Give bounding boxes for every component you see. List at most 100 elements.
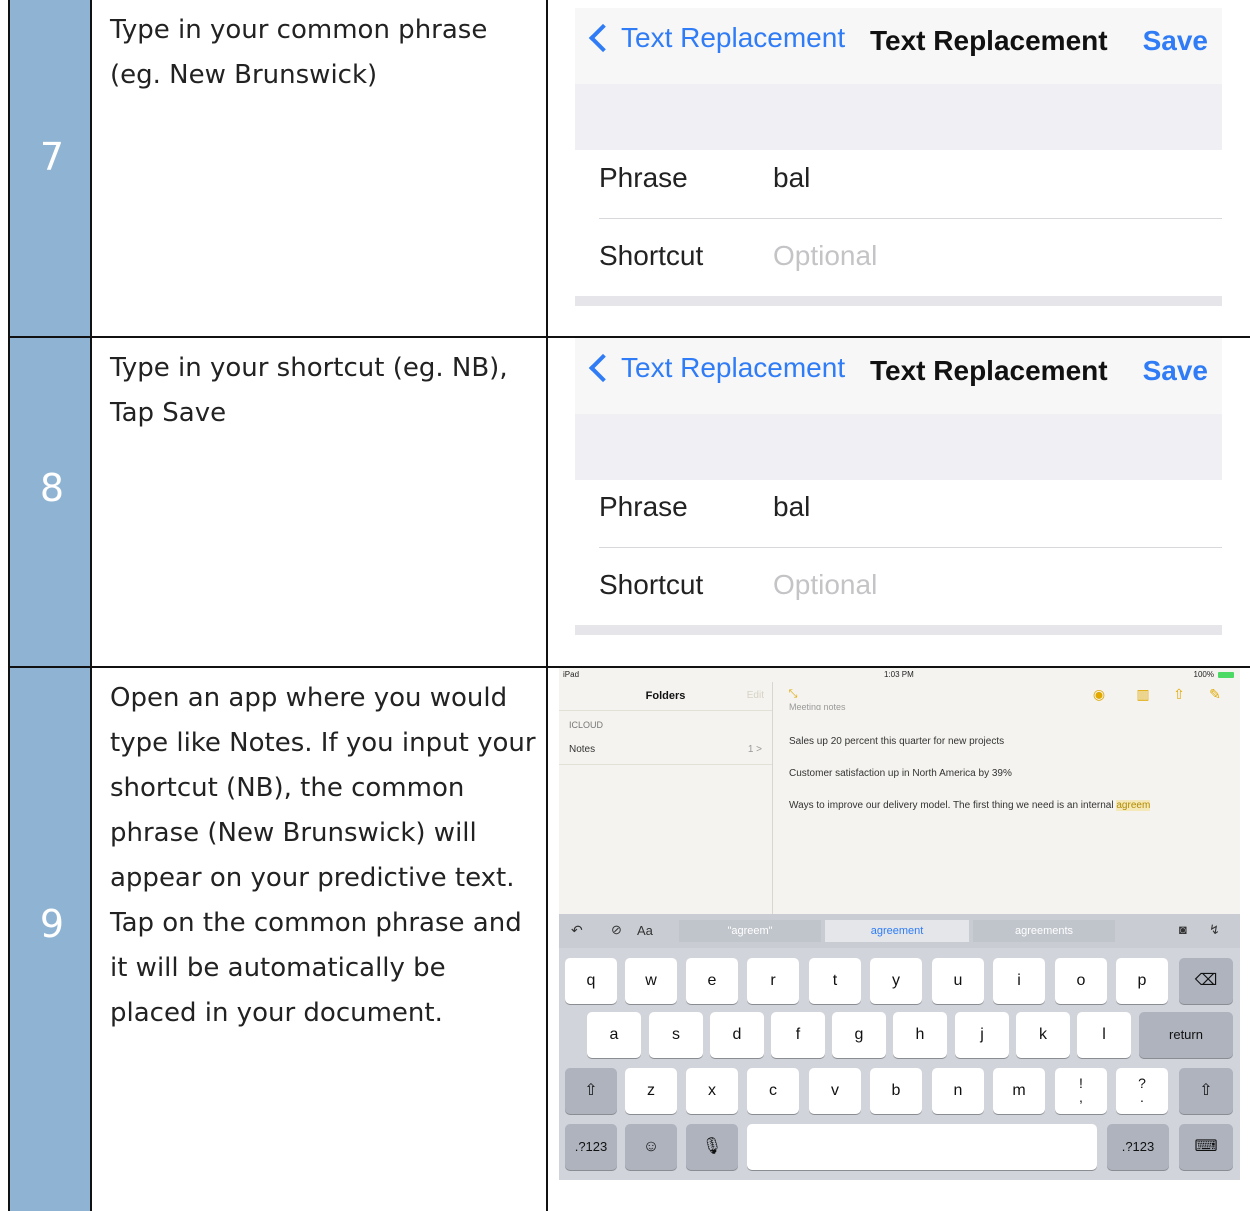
key-z[interactable]: z: [625, 1068, 677, 1114]
key-r[interactable]: r: [747, 958, 799, 1004]
section-footer: [575, 296, 1222, 306]
phrase-label: Phrase: [599, 491, 688, 522]
space-bar[interactable]: [747, 1124, 1097, 1170]
key-o[interactable]: o: [1055, 958, 1107, 1004]
nav-bar: Text Replacement Text Replacement Save: [575, 338, 1222, 414]
sidebar-title: Folders: [645, 690, 686, 702]
key-u[interactable]: u: [932, 958, 984, 1004]
key-a[interactable]: a: [587, 1012, 641, 1058]
phrase-field[interactable]: Phrase bal: [599, 471, 1222, 549]
back-label: Text Replacement: [621, 22, 846, 53]
save-button[interactable]: Save: [1143, 25, 1208, 57]
clock: 1:03 PM: [884, 670, 914, 679]
chevron-left-icon: [588, 23, 618, 53]
step-instruction: Type in your common phrase (eg. New Brun…: [110, 15, 488, 90]
key-question-period[interactable]: ? .: [1116, 1068, 1168, 1114]
step-description-cell: Open an app where you would type like No…: [94, 668, 548, 1211]
shift-key-left[interactable]: ⇧: [565, 1068, 617, 1114]
draw-icon[interactable]: ↯: [1209, 922, 1220, 938]
key-k[interactable]: k: [1016, 1012, 1070, 1058]
step-number-cell: 7: [8, 0, 92, 336]
key-e[interactable]: e: [686, 958, 738, 1004]
check-icon[interactable]: ⊘: [611, 922, 622, 938]
divider: [559, 764, 772, 765]
undo-icon[interactable]: ↶: [571, 922, 583, 939]
shortcut-input[interactable]: Optional: [773, 240, 877, 272]
shift-key-right[interactable]: ⇧: [1179, 1068, 1233, 1114]
section-header: ICLOUD: [569, 720, 604, 730]
numbers-key-left[interactable]: .?123: [565, 1124, 617, 1170]
nav-bar: Text Replacement Text Replacement Save: [575, 8, 1222, 84]
back-button[interactable]: Text Replacement: [587, 22, 845, 54]
sidebar-item-notes[interactable]: Notes 1 >: [569, 744, 762, 755]
key-d[interactable]: d: [710, 1012, 764, 1058]
edit-button[interactable]: Edit: [747, 690, 764, 701]
backspace-key[interactable]: ⌫: [1179, 958, 1233, 1004]
key-q[interactable]: q: [565, 958, 617, 1004]
note-line-text: Ways to improve our delivery model. The …: [789, 800, 1117, 811]
note-line: Sales up 20 percent this quarter for new…: [789, 736, 1005, 747]
back-button[interactable]: Text Replacement: [587, 352, 845, 384]
folders-sidebar: Folders Edit ICLOUD Notes 1 >: [559, 682, 773, 914]
note-line-with-highlight: Ways to improve our delivery model. The …: [789, 800, 1151, 811]
key-t[interactable]: t: [809, 958, 861, 1004]
step-description-cell: Type in your common phrase (eg. New Brun…: [94, 0, 548, 336]
step-number: 7: [39, 135, 65, 179]
suggestion-selected[interactable]: agreement: [825, 920, 969, 942]
shortcut-input[interactable]: Optional: [773, 569, 877, 601]
phrase-field[interactable]: Phrase bal: [599, 142, 1222, 220]
key-n[interactable]: n: [932, 1068, 984, 1114]
keyboard-dismiss-icon[interactable]: ⌨: [1179, 1124, 1233, 1170]
trash-icon[interactable]: ▥: [1135, 686, 1151, 702]
key-p[interactable]: p: [1116, 958, 1168, 1004]
note-line: Customer satisfaction up in North Americ…: [789, 768, 1012, 779]
suggestion-alt[interactable]: agreements: [973, 920, 1115, 942]
key-i[interactable]: i: [993, 958, 1045, 1004]
key-h[interactable]: h: [893, 1012, 947, 1058]
microphone-icon[interactable]: 🎙: [686, 1124, 738, 1170]
folder-count: 1 >: [747, 744, 762, 755]
save-button[interactable]: Save: [1143, 355, 1208, 387]
shortcut-field[interactable]: Shortcut Optional: [599, 220, 1222, 298]
key-x[interactable]: x: [686, 1068, 738, 1114]
numbers-key-right[interactable]: .?123: [1107, 1124, 1169, 1170]
add-people-icon[interactable]: ◉: [1091, 686, 1107, 702]
emoji-key[interactable]: ☺: [625, 1124, 677, 1170]
nav-title: Text Replacement: [870, 355, 1108, 386]
key-f[interactable]: f: [771, 1012, 825, 1058]
key-w[interactable]: w: [625, 958, 677, 1004]
step-number-cell: 8: [8, 338, 92, 668]
key-j[interactable]: j: [955, 1012, 1009, 1058]
section-gap: [575, 84, 1222, 150]
battery-icon: [1218, 672, 1234, 678]
key-s[interactable]: s: [649, 1012, 703, 1058]
key-m[interactable]: m: [993, 1068, 1045, 1114]
compose-icon[interactable]: ✎: [1207, 686, 1223, 702]
note-heading: Meeting notes: [789, 702, 846, 710]
expand-icon[interactable]: ⤡: [785, 686, 801, 702]
suggestion-quoted[interactable]: "agreem": [679, 920, 821, 942]
share-icon[interactable]: ⇧: [1171, 686, 1187, 702]
step-description-cell: Type in your shortcut (eg. NB), Tap Save: [94, 338, 548, 668]
shortcut-label: Shortcut: [599, 569, 704, 600]
shortcut-field[interactable]: Shortcut Optional: [599, 549, 1222, 627]
phrase-value[interactable]: bal: [773, 162, 810, 194]
key-g[interactable]: g: [832, 1012, 886, 1058]
divider: [559, 710, 772, 711]
step-number: 8: [39, 466, 65, 510]
battery-percent: 100%: [1193, 670, 1214, 679]
key-b[interactable]: b: [870, 1068, 922, 1114]
section-footer: [575, 625, 1222, 635]
camera-icon[interactable]: ◙: [1179, 922, 1187, 937]
nav-title: Text Replacement: [870, 25, 1108, 56]
format-text-button[interactable]: Aa: [637, 923, 653, 938]
key-exclaim-comma[interactable]: ! ,: [1055, 1068, 1107, 1114]
return-key[interactable]: return: [1139, 1012, 1233, 1058]
key-v[interactable]: v: [809, 1068, 861, 1114]
key-c[interactable]: c: [747, 1068, 799, 1114]
key-y[interactable]: y: [870, 958, 922, 1004]
note-editor[interactable]: ⤡ ◉ ▥ ⇧ ✎ Meeting notes Sales up 20 perc…: [773, 682, 1240, 914]
phrase-value[interactable]: bal: [773, 491, 810, 523]
typed-word-highlight: agreem: [1116, 800, 1151, 811]
key-l[interactable]: l: [1077, 1012, 1131, 1058]
